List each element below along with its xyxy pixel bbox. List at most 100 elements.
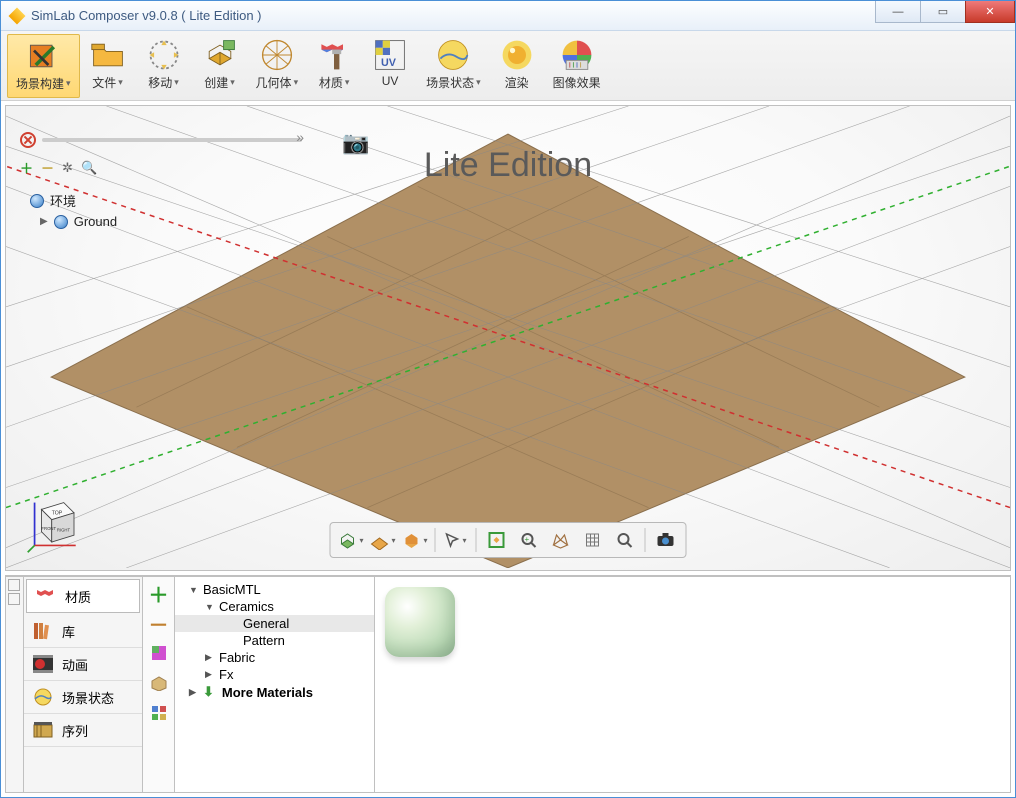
image-fx-icon xyxy=(557,36,597,74)
svg-text:RIGHT: RIGHT xyxy=(57,528,71,533)
vp-snapshot[interactable] xyxy=(652,526,680,554)
svg-text:UV: UV xyxy=(381,56,397,68)
tab-sequence[interactable]: 序列 xyxy=(24,714,142,747)
ribbon-file[interactable]: 文件▾ xyxy=(80,34,136,98)
material-toolbar: ＋ － xyxy=(143,576,175,793)
mtree-ceramics[interactable]: ▼Ceramics xyxy=(175,598,374,615)
mat-swatch-icon[interactable] xyxy=(149,643,169,663)
app-logo-icon xyxy=(9,8,25,24)
globe-icon xyxy=(30,194,44,208)
svg-text:TOP: TOP xyxy=(52,511,63,517)
file-icon xyxy=(88,36,128,74)
panel-tabs: 材质 库 动画 场景状态 序列 xyxy=(23,576,143,793)
svg-text:FRONT: FRONT xyxy=(41,526,56,531)
library-tab-icon xyxy=(32,621,54,641)
window-controls: ― ▭ ✕ xyxy=(876,1,1015,23)
ribbon-scene-build[interactable]: 场景构建▾ xyxy=(7,34,80,98)
mtree-more[interactable]: ▶⬇More Materials xyxy=(175,683,374,701)
viewport-3d[interactable]: Lite Edition 📷 ＋ － ✲ 🔍 环境 ▶ xyxy=(5,105,1011,571)
ribbon-scene-state-label: 场景状态 xyxy=(426,74,474,91)
ribbon-geometry[interactable]: 几何体▾ xyxy=(248,34,307,98)
tab-scene-state[interactable]: 场景状态 xyxy=(24,681,142,714)
ribbon-uv-label: UV xyxy=(382,74,399,88)
close-button[interactable]: ✕ xyxy=(965,1,1015,23)
ribbon-scene-build-label: 场景构建 xyxy=(16,75,64,92)
mtree-general[interactable]: General xyxy=(175,615,374,632)
vp-ground[interactable] xyxy=(369,526,397,554)
tab-library-label: 库 xyxy=(62,622,75,641)
ribbon-render-label: 渲染 xyxy=(505,74,529,91)
bottom-panels: 材质 库 动画 场景状态 序列 ＋ － xyxy=(5,575,1011,793)
material-preview-area[interactable] xyxy=(375,576,1011,793)
tab-animation-label: 动画 xyxy=(62,655,88,674)
panel-collapse[interactable] xyxy=(5,576,23,793)
material-tab-icon xyxy=(35,586,57,606)
tree-env-label: 环境 xyxy=(50,191,76,210)
tree-ground-label: Ground xyxy=(74,214,117,229)
ribbon-render[interactable]: 渲染 xyxy=(489,34,545,98)
ribbon-toolbar: 场景构建▾ 文件▾ 移动▾ 创建▾ 几何体▾ xyxy=(1,31,1015,101)
watermark-text: Lite Edition xyxy=(424,146,592,185)
tab-material[interactable]: 材质 xyxy=(26,579,140,613)
timeline-slider[interactable] xyxy=(42,138,302,142)
add-icon[interactable]: ＋ xyxy=(20,158,33,177)
remove-icon[interactable]: － xyxy=(41,158,54,177)
mat-package-icon[interactable] xyxy=(149,673,169,693)
camera-icon[interactable]: 📷 xyxy=(342,130,369,156)
expand-icon[interactable]: ▶ xyxy=(40,216,48,227)
ribbon-file-label: 文件 xyxy=(92,74,116,91)
clear-selection-icon[interactable] xyxy=(20,132,36,148)
mtree-fabric[interactable]: ▶Fabric xyxy=(175,649,374,666)
ribbon-scene-state[interactable]: 场景状态▾ xyxy=(418,34,489,98)
ribbon-material[interactable]: 材质▾ xyxy=(306,34,362,98)
titlebar: SimLab Composer v9.0.8 ( Lite Edition ) … xyxy=(1,1,1015,31)
ribbon-move[interactable]: 移动▾ xyxy=(136,34,192,98)
settings-gear-icon[interactable]: ✲ xyxy=(62,160,73,176)
tree-item-ground[interactable]: ▶ Ground xyxy=(20,212,302,231)
tree-item-environment[interactable]: 环境 xyxy=(20,189,302,212)
material-thumbnail[interactable] xyxy=(385,587,455,657)
mtree-pattern[interactable]: Pattern xyxy=(175,632,374,649)
scene-state-tab-icon xyxy=(32,687,54,707)
svg-text:+: + xyxy=(525,535,530,544)
view-cube[interactable]: TOP FRONT RIGHT xyxy=(26,494,86,554)
mtree-fx[interactable]: ▶Fx xyxy=(175,666,374,683)
tab-material-label: 材质 xyxy=(65,587,91,606)
material-tree: ▼BasicMTL ▼Ceramics General Pattern ▶Fab… xyxy=(175,576,375,793)
tab-library[interactable]: 库 xyxy=(24,615,142,648)
vp-wireframe[interactable] xyxy=(579,526,607,554)
vp-perspective[interactable] xyxy=(547,526,575,554)
window-title: SimLab Composer v9.0.8 ( Lite Edition ) xyxy=(31,8,262,23)
maximize-button[interactable]: ▭ xyxy=(920,1,966,23)
scene-outliner: 环境 ▶ Ground xyxy=(20,189,302,231)
scene-build-icon xyxy=(23,37,63,75)
vp-fit[interactable] xyxy=(483,526,511,554)
tab-sequence-label: 序列 xyxy=(62,721,88,740)
vp-zoom-extents[interactable] xyxy=(611,526,639,554)
mtree-basicmtl[interactable]: ▼BasicMTL xyxy=(175,581,374,598)
ribbon-image-fx[interactable]: 图像效果 xyxy=(545,34,609,98)
search-icon[interactable]: 🔍 xyxy=(81,160,97,176)
ribbon-create-label: 创建 xyxy=(204,74,228,91)
scene-state-icon xyxy=(433,36,473,74)
sequence-tab-icon xyxy=(32,720,54,740)
minimize-button[interactable]: ― xyxy=(875,1,921,23)
tab-scene-state-label: 场景状态 xyxy=(62,688,114,707)
geometry-icon xyxy=(257,36,297,74)
ribbon-create[interactable]: 创建▾ xyxy=(192,34,248,98)
ribbon-uv[interactable]: UV UV xyxy=(362,34,418,98)
vp-display-mode[interactable] xyxy=(337,526,365,554)
vp-zoom[interactable]: + xyxy=(515,526,543,554)
mat-add-icon[interactable]: ＋ xyxy=(149,583,169,603)
render-icon xyxy=(497,36,537,74)
tab-animation[interactable]: 动画 xyxy=(24,648,142,681)
create-icon xyxy=(200,36,240,74)
mat-remove-icon[interactable]: － xyxy=(149,613,169,633)
ribbon-material-label: 材质 xyxy=(319,74,343,91)
globe-icon xyxy=(54,215,68,229)
viewport-toolbar: + xyxy=(330,522,687,558)
vp-select[interactable] xyxy=(442,526,470,554)
ribbon-move-label: 移动 xyxy=(148,74,172,91)
vp-shade[interactable] xyxy=(401,526,429,554)
mat-grid-icon[interactable] xyxy=(149,703,169,723)
